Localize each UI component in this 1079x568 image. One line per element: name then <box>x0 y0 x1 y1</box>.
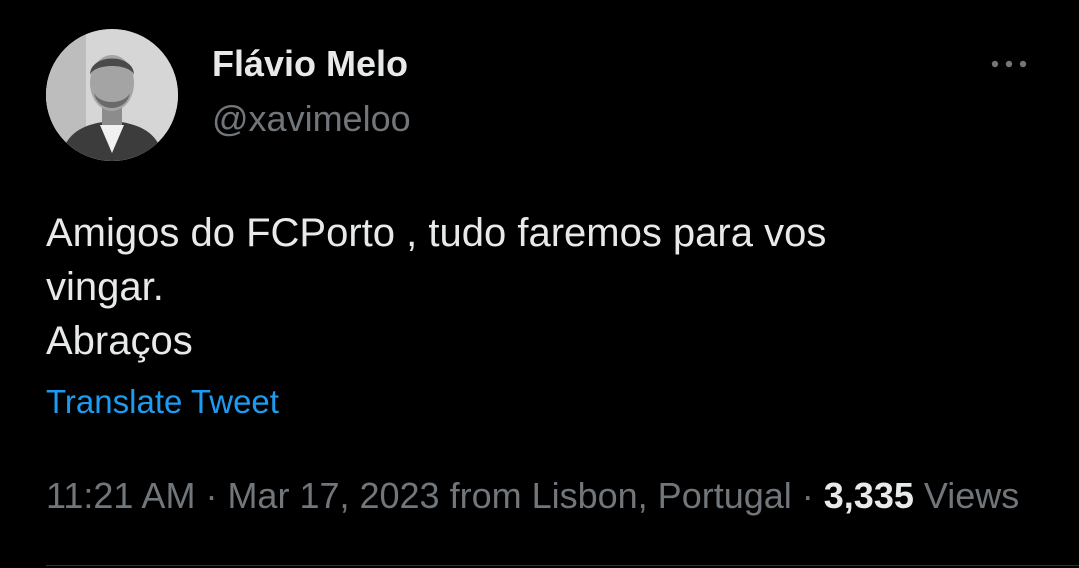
author-handle[interactable]: @xavimeloo <box>212 97 411 141</box>
more-horizontal-icon <box>991 60 1027 68</box>
views-count: 3,335 <box>823 475 914 516</box>
tweet-time[interactable]: 11:21 AM <box>46 475 195 516</box>
views-label: Views <box>923 475 1020 516</box>
tweet-meta: 11:21 AM · Mar 17, 2023 from Lisbon, Por… <box>46 472 1019 520</box>
avatar[interactable] <box>46 29 178 161</box>
meta-separator: · <box>195 475 228 516</box>
divider <box>46 565 1079 566</box>
translate-tweet-link[interactable]: Translate Tweet <box>46 380 279 424</box>
profile-photo-icon <box>46 29 178 161</box>
tweet-text: Amigos do FCPorto , tudo faremos para vo… <box>46 206 1006 368</box>
meta-separator: · <box>791 475 824 516</box>
tweet-text-line: Amigos do FCPorto , tudo faremos para vo… <box>46 211 827 255</box>
more-options-button[interactable] <box>984 46 1034 82</box>
author-display-name[interactable]: Flávio Melo <box>212 42 408 86</box>
tweet-text-line: Abraços <box>46 319 193 363</box>
tweet-text-line: vingar. <box>46 265 164 309</box>
tweet-date[interactable]: Mar 17, 2023 <box>227 475 439 516</box>
tweet-location: from Lisbon, Portugal <box>449 475 792 516</box>
